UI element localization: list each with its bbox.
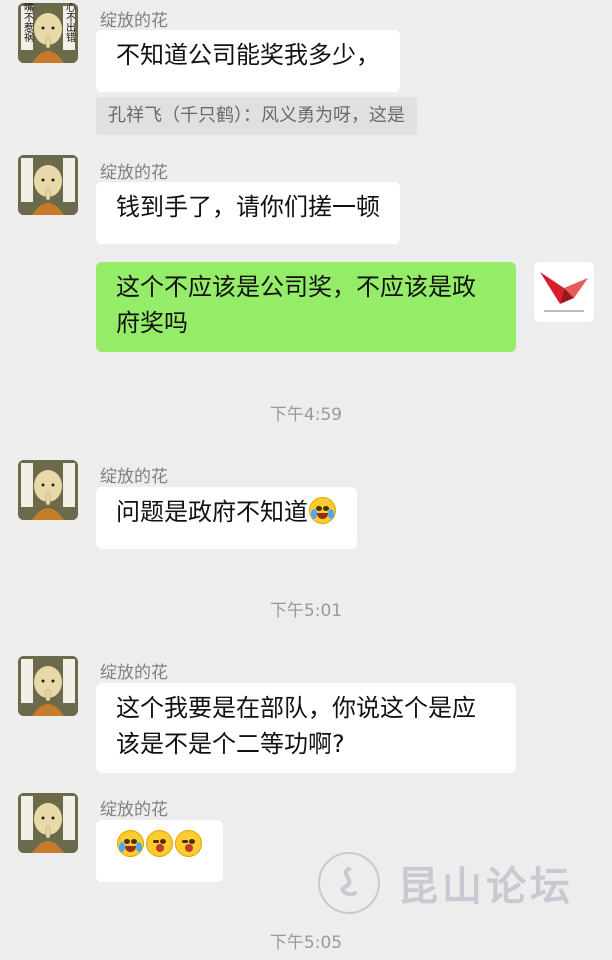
monk-avatar-icon	[18, 460, 78, 520]
monk-avatar-icon	[18, 656, 78, 716]
crying-face-icon	[117, 830, 144, 857]
timestamp: 下午5:01	[269, 601, 343, 621]
monk-avatar-icon	[18, 793, 78, 853]
sender-avatar[interactable]	[18, 656, 78, 716]
message-bubble[interactable]: 钱到手了，请你们搓一顿	[96, 182, 400, 244]
message-text: 钱到手了，请你们搓一顿	[116, 193, 380, 221]
message-text-line: 府奖吗	[116, 309, 188, 337]
emoji-message-bubble[interactable]	[96, 820, 223, 882]
crying-face-icon	[309, 497, 336, 524]
winking-face-icon	[175, 830, 202, 857]
message-text: 不知道公司能奖我多少，	[116, 41, 380, 69]
svg-text:守心不出错: 守心不出错	[64, 3, 76, 43]
timestamp: 下午4:59	[269, 405, 343, 425]
sender-name: 绽放的花	[100, 163, 168, 183]
monk-avatar-icon: 守嘴不惹祸 守心不出错	[18, 3, 78, 63]
message-text-line: 这个不应该是公司奖，不应该是政	[116, 273, 476, 301]
sender-avatar[interactable]: 守嘴不惹祸 守心不出错	[18, 3, 78, 63]
forum-logo-icon	[318, 852, 380, 914]
message-bubble[interactable]: 不知道公司能奖我多少，	[96, 30, 400, 92]
message-text-line: 该是不是个二等功啊?	[116, 730, 345, 758]
watermark-text: 昆山论坛	[398, 863, 574, 910]
message-bubble[interactable]: 这个我要是在部队，你说这个是应 该是不是个二等功啊?	[96, 683, 516, 773]
message-text-line: 这个我要是在部队，你说这个是应	[116, 694, 476, 722]
sender-avatar[interactable]	[18, 155, 78, 215]
message-text: 问题是政府不知道	[116, 498, 308, 526]
sender-name: 绽放的花	[100, 663, 168, 683]
quoted-message[interactable]: 孔祥飞（千只鹤）：风义勇为呀，这是	[96, 97, 417, 135]
sender-avatar[interactable]	[18, 793, 78, 853]
monk-avatar-icon	[18, 155, 78, 215]
timestamp: 下午5:05	[269, 933, 343, 953]
sender-name: 绽放的花	[100, 11, 168, 31]
sender-name: 绽放的花	[100, 800, 168, 820]
own-avatar[interactable]	[534, 262, 594, 322]
sender-name: 绽放的花	[100, 467, 168, 487]
forum-watermark: 昆山论坛	[318, 852, 574, 914]
paper-crane-logo-icon	[534, 262, 594, 322]
winking-face-icon	[146, 830, 173, 857]
svg-text:守嘴不惹祸: 守嘴不惹祸	[22, 3, 34, 43]
sender-avatar[interactable]	[18, 460, 78, 520]
outgoing-message-bubble[interactable]: 这个不应该是公司奖，不应该是政 府奖吗	[96, 262, 516, 352]
message-bubble[interactable]: 问题是政府不知道	[96, 487, 357, 549]
